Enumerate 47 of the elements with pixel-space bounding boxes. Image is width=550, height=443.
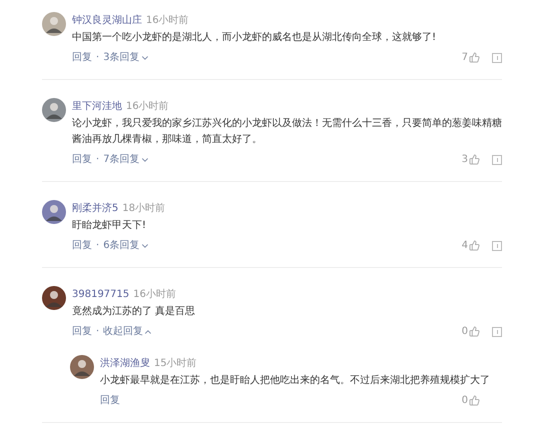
like-count: 7 xyxy=(462,51,468,65)
like-count: 4 xyxy=(462,239,468,253)
like-icon[interactable] xyxy=(469,395,480,406)
timestamp: 16小时前 xyxy=(126,100,169,114)
avatar xyxy=(42,200,66,224)
timestamp: 18小时前 xyxy=(122,202,166,216)
comment-text: 论小龙虾，我只爱我的家乡江苏兴化的小龙虾以及做法！无需什么十三香，只要简单的葱姜味精糖酱油再放几棵青椒，那味道，简直太好了。 xyxy=(72,116,502,147)
timestamp: 15小时前 xyxy=(154,356,197,371)
like-count: 0 xyxy=(462,394,468,408)
report-icon[interactable] xyxy=(492,326,502,336)
comment-text: 小龙虾最早就是在江苏，也是盱眙人把他吃出来的名气。不过后来湖北把养殖规模扩大了 xyxy=(100,374,491,388)
timestamp: 16小时前 xyxy=(133,288,176,302)
like-count: 3 xyxy=(462,153,468,167)
separator: · xyxy=(96,239,100,253)
reply-link[interactable]: 回复 xyxy=(72,238,92,253)
like-icon[interactable] xyxy=(469,154,480,165)
username[interactable]: 里下河洼地 xyxy=(72,99,122,114)
avatar xyxy=(70,355,94,379)
username[interactable]: 洪泽湖渔叟 xyxy=(100,356,150,371)
reply-link[interactable]: 回复 xyxy=(72,324,92,339)
separator: · xyxy=(96,153,100,167)
like-icon[interactable] xyxy=(469,326,480,337)
comment-text: 盱眙龙虾甲天下! xyxy=(72,218,148,233)
username[interactable]: 刚柔并济5 xyxy=(72,201,118,216)
comment-text: 竟然成为江苏的了 真是百思 xyxy=(72,304,196,319)
avatar xyxy=(42,12,66,36)
username[interactable]: 钟汉良灵湖山庄 xyxy=(72,13,142,28)
like-count: 0 xyxy=(462,325,468,339)
reply-link[interactable]: 回复 xyxy=(72,152,92,167)
timestamp: 16小时前 xyxy=(146,14,189,28)
reply-link[interactable]: 回复 xyxy=(72,50,92,65)
avatar xyxy=(42,98,66,122)
separator: · xyxy=(96,51,100,65)
replies-toggle[interactable]: 3条回复 xyxy=(103,50,150,65)
like-icon[interactable] xyxy=(469,52,480,63)
avatar xyxy=(42,286,66,310)
comment-text: 中国第一个吃小龙虾的是湖北人，而小龙虾的威名也是从湖北传向全球，这就够了! xyxy=(72,30,438,45)
separator: · xyxy=(96,325,100,339)
report-icon[interactable] xyxy=(492,154,502,164)
like-icon[interactable] xyxy=(469,240,480,251)
report-icon[interactable] xyxy=(492,52,502,62)
report-icon[interactable] xyxy=(492,240,502,250)
replies-toggle[interactable]: 7条回复 xyxy=(103,152,150,167)
username[interactable]: 398197715 xyxy=(72,287,130,302)
replies-toggle[interactable]: 收起回复 xyxy=(103,324,154,339)
reply-link[interactable]: 回复 xyxy=(100,393,120,408)
replies-toggle[interactable]: 6条回复 xyxy=(103,238,150,253)
